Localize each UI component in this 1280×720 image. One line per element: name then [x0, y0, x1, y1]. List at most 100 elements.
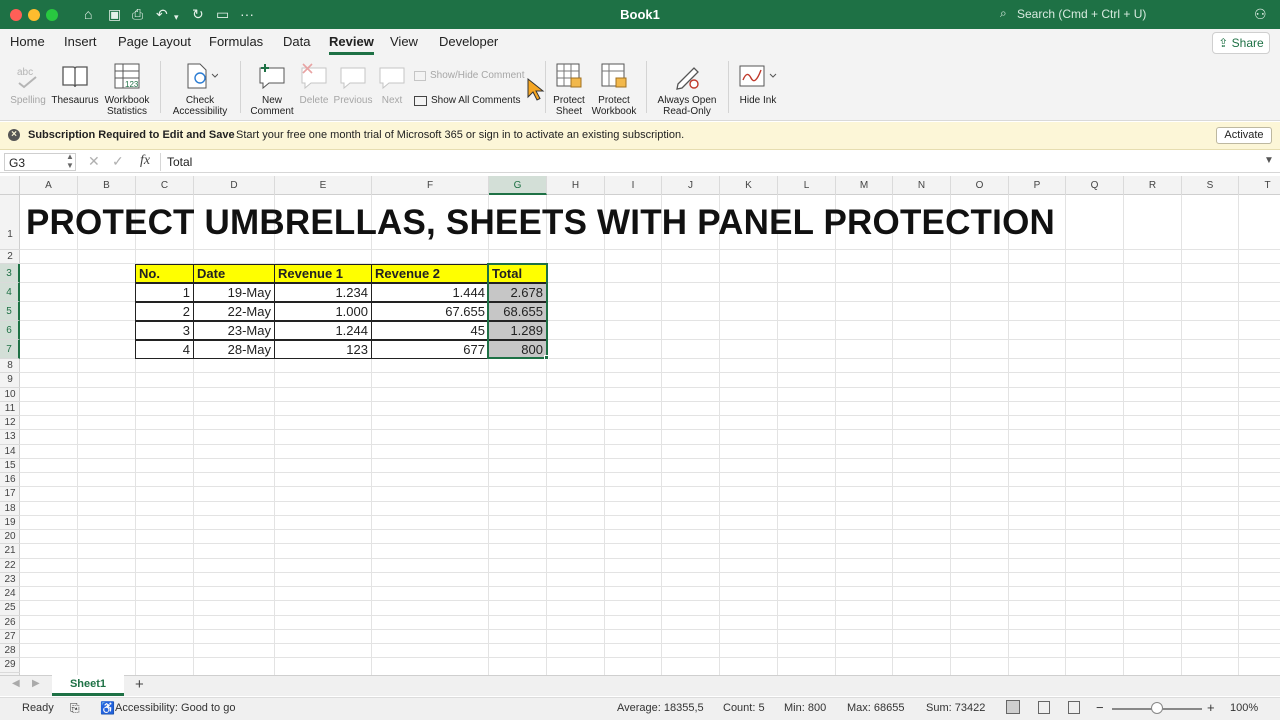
column-header-e[interactable]: E	[275, 176, 372, 195]
table-cell[interactable]: 1.444	[371, 283, 489, 302]
column-header-a[interactable]: A	[20, 176, 78, 195]
table-cell[interactable]: 1	[135, 283, 194, 302]
row-header-21[interactable]: 21	[0, 544, 20, 559]
expand-formula-bar-icon[interactable]: ▼	[1264, 155, 1274, 166]
column-header-s[interactable]: S	[1182, 176, 1239, 195]
table-cell-total[interactable]: 2.678	[488, 283, 547, 302]
worksheet-grid[interactable]: PROTECT UMBRELLAS, SHEETS WITH PANEL PRO…	[20, 195, 1280, 675]
column-header-n[interactable]: N	[893, 176, 951, 195]
table-header-revenue-2[interactable]: Revenue 2	[371, 264, 489, 283]
save-icon[interactable]: ▣	[108, 6, 121, 22]
tab-page-layout[interactable]: Page Layout	[118, 34, 191, 49]
column-header-i[interactable]: I	[605, 176, 662, 195]
search-box[interactable]: Search (Cmd + Ctrl + U)	[1017, 7, 1146, 21]
macro-recording-icon[interactable]: ⎘	[70, 701, 80, 716]
next-comment-button[interactable]: Next	[376, 59, 408, 106]
row-header-19[interactable]: 19	[0, 516, 20, 530]
print-icon[interactable]: ⎙	[132, 6, 143, 22]
row-header-26[interactable]: 26	[0, 616, 20, 630]
collaborate-icon[interactable]: ⚇	[1254, 6, 1267, 22]
tab-insert[interactable]: Insert	[64, 34, 97, 49]
table-header-date[interactable]: Date	[193, 264, 275, 283]
table-cell[interactable]: 1.244	[274, 321, 372, 340]
undo-dropdown-icon[interactable]: ▾	[174, 9, 179, 25]
row-header-5[interactable]: 5	[0, 302, 20, 321]
check-accessibility-button[interactable]: Check Accessibility	[170, 59, 230, 117]
protect-workbook-button[interactable]: Protect Workbook	[590, 59, 638, 117]
tab-formulas[interactable]: Formulas	[209, 34, 263, 49]
column-header-k[interactable]: K	[720, 176, 778, 195]
column-header-h[interactable]: H	[547, 176, 605, 195]
zoom-level[interactable]: 100%	[1230, 702, 1258, 714]
page-break-view-icon[interactable]	[1068, 701, 1080, 714]
close-window-button[interactable]	[10, 9, 22, 21]
column-header-q[interactable]: Q	[1066, 176, 1124, 195]
column-header-m[interactable]: M	[836, 176, 893, 195]
table-cell[interactable]: 28-May	[193, 340, 275, 359]
accessibility-status[interactable]: Accessibility: Good to go	[115, 702, 235, 714]
table-cell-total[interactable]: 1.289	[488, 321, 547, 340]
enter-icon[interactable]: ✓	[112, 153, 124, 170]
spelling-button[interactable]: abc Spelling	[8, 59, 48, 106]
table-cell-total[interactable]: 800	[488, 340, 547, 359]
sheet-tab-sheet1[interactable]: Sheet1	[52, 675, 124, 696]
row-header-7[interactable]: 7	[0, 340, 20, 359]
page-layout-view-icon[interactable]	[1038, 701, 1050, 714]
row-header-3[interactable]: 3	[0, 264, 20, 283]
table-header-no[interactable]: No.	[135, 264, 194, 283]
row-header-22[interactable]: 22	[0, 559, 20, 573]
show-hide-comment-button[interactable]: Show/Hide Comment	[414, 70, 524, 81]
row-header-16[interactable]: 16	[0, 473, 20, 488]
row-header-28[interactable]: 28	[0, 644, 20, 659]
formula-input[interactable]: Total	[167, 155, 192, 169]
show-all-comments-button[interactable]: Show All Comments	[414, 95, 520, 106]
table-cell-total[interactable]: 68.655	[488, 302, 547, 321]
row-header-9[interactable]: 9	[0, 373, 20, 388]
row-header-8[interactable]: 8	[0, 359, 20, 374]
zoom-window-button[interactable]	[46, 9, 58, 21]
table-cell[interactable]: 123	[274, 340, 372, 359]
row-header-12[interactable]: 12	[0, 416, 20, 431]
scroll-tabs-right-icon[interactable]: ▶	[32, 678, 40, 689]
table-cell[interactable]: 4	[135, 340, 194, 359]
tab-view[interactable]: View	[390, 34, 418, 49]
minimize-window-button[interactable]	[28, 9, 40, 21]
hide-ink-button[interactable]: Hide Ink	[736, 59, 780, 106]
row-header-11[interactable]: 11	[0, 402, 20, 416]
new-comment-button[interactable]: New Comment	[248, 59, 296, 117]
table-cell[interactable]: 67.655	[371, 302, 489, 321]
row-header-23[interactable]: 23	[0, 573, 20, 587]
table-cell[interactable]: 677	[371, 340, 489, 359]
activate-button[interactable]: Activate	[1216, 127, 1272, 144]
row-header-20[interactable]: 20	[0, 530, 20, 545]
scroll-tabs-left-icon[interactable]: ◀	[12, 678, 20, 689]
column-header-b[interactable]: B	[78, 176, 136, 195]
always-open-read-only-button[interactable]: Always Open Read-Only	[654, 59, 720, 117]
column-header-t[interactable]: T	[1239, 176, 1280, 195]
row-header-17[interactable]: 17	[0, 487, 20, 502]
previous-comment-button[interactable]: Previous	[332, 59, 374, 106]
table-cell[interactable]: 19-May	[193, 283, 275, 302]
fill-handle[interactable]	[544, 355, 549, 360]
undo-icon[interactable]: ↶	[156, 6, 168, 22]
workbook-statistics-button[interactable]: 123 Workbook Statistics	[102, 59, 152, 117]
row-header-27[interactable]: 27	[0, 630, 20, 644]
zoom-slider-thumb[interactable]	[1151, 702, 1163, 714]
table-cell[interactable]: 45	[371, 321, 489, 340]
column-header-d[interactable]: D	[194, 176, 275, 195]
zoom-in-button[interactable]: +	[1207, 700, 1215, 715]
add-sheet-button[interactable]: +	[135, 676, 144, 693]
cancel-icon[interactable]: ✕	[88, 153, 100, 170]
delete-comment-button[interactable]: Delete	[296, 59, 332, 106]
column-header-o[interactable]: O	[951, 176, 1009, 195]
column-header-f[interactable]: F	[372, 176, 489, 195]
column-header-j[interactable]: J	[662, 176, 720, 195]
normal-view-icon[interactable]	[1006, 700, 1020, 714]
column-header-p[interactable]: P	[1009, 176, 1066, 195]
more-icon[interactable]: ···	[240, 6, 254, 22]
tab-home[interactable]: Home	[10, 34, 45, 49]
row-header-24[interactable]: 24	[0, 587, 20, 602]
column-header-g[interactable]: G	[489, 176, 547, 195]
select-all-corner[interactable]	[0, 176, 20, 195]
sheet-title-cell[interactable]: PROTECT UMBRELLAS, SHEETS WITH PANEL PRO…	[26, 203, 1055, 243]
